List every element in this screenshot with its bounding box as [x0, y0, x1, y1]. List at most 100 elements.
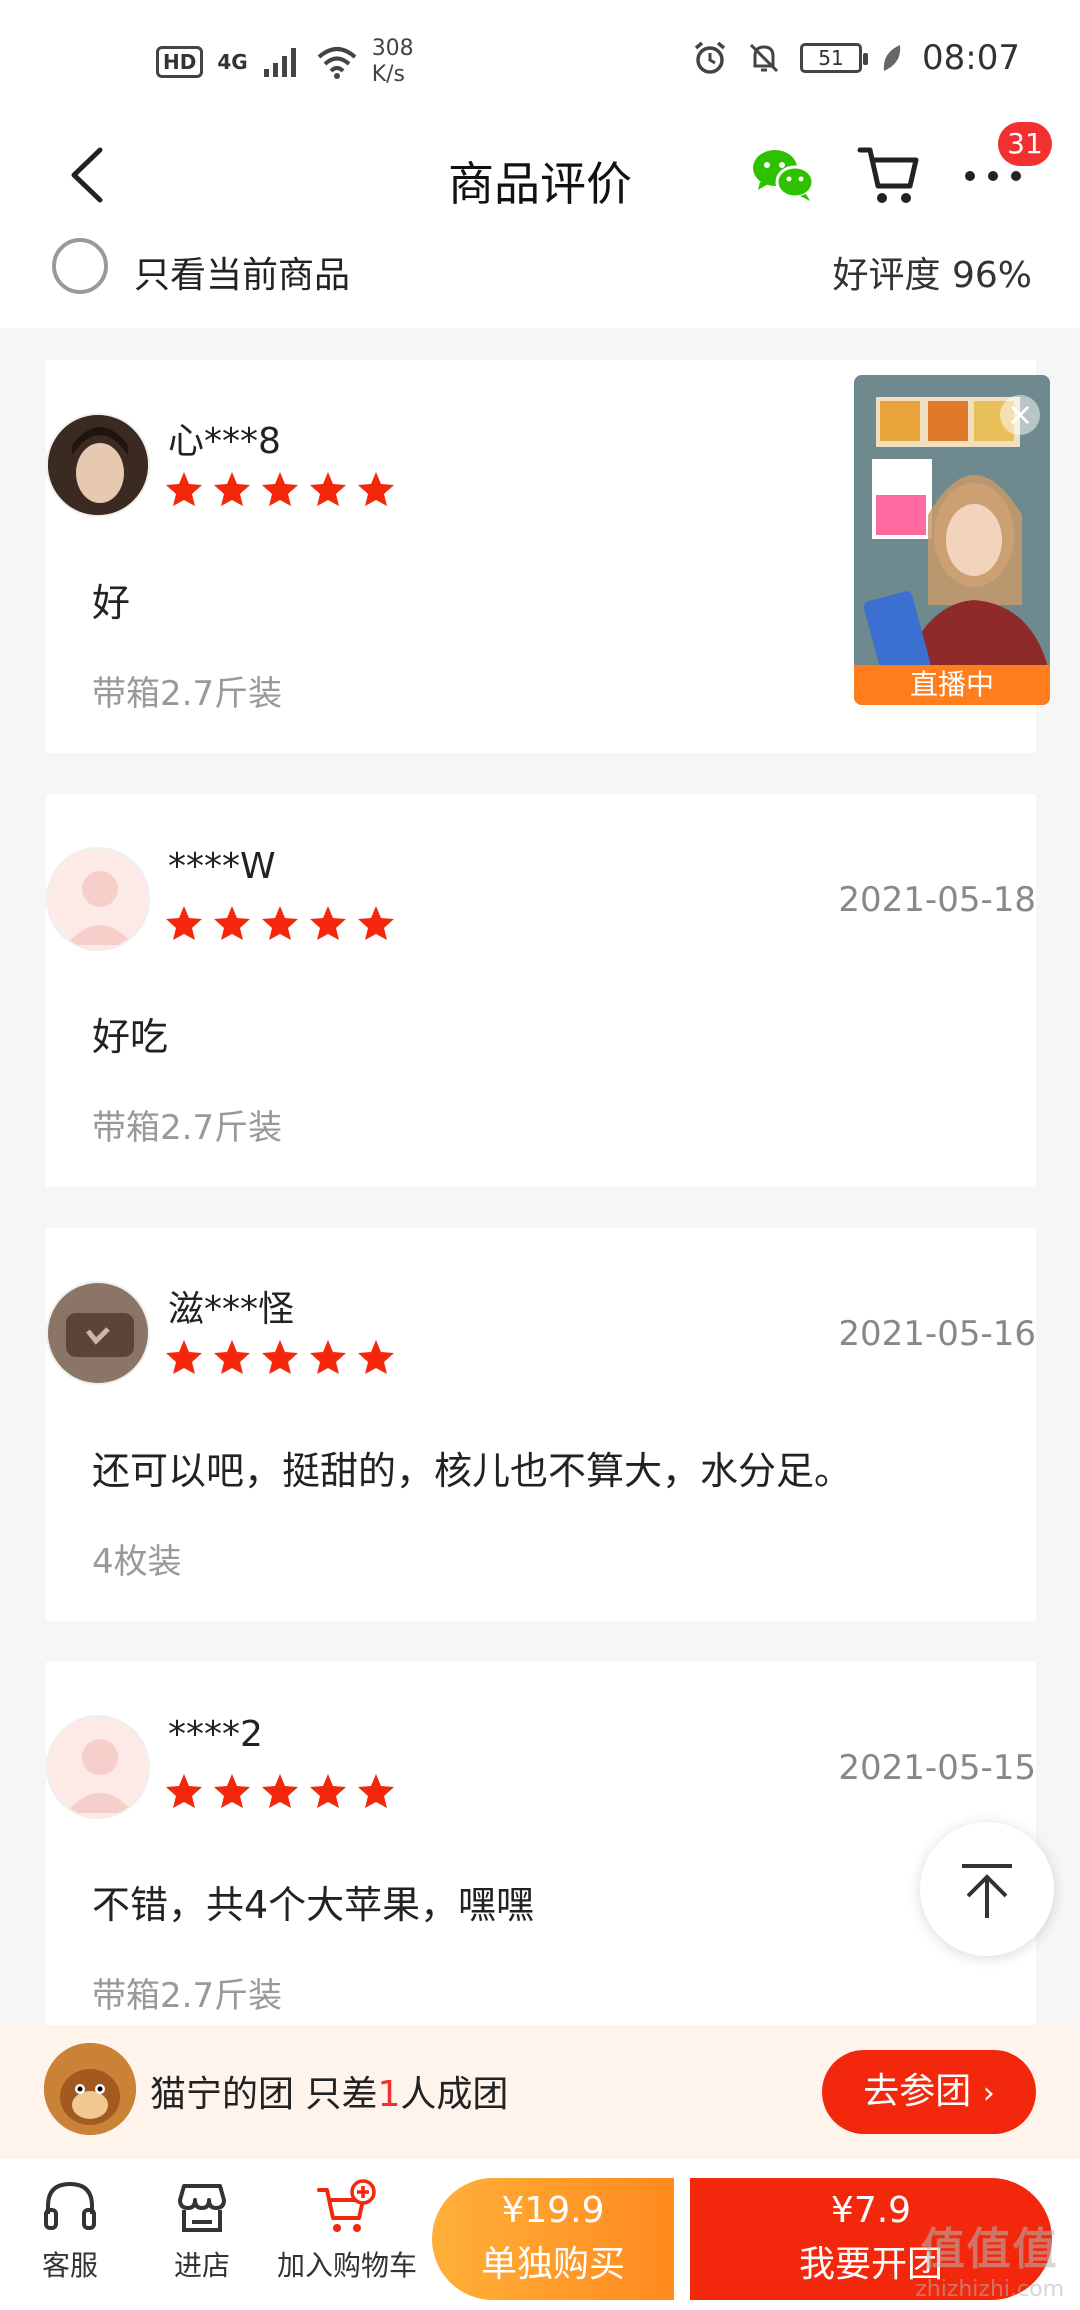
star-icon: [310, 906, 346, 940]
status-bar: HD 4G 308 K/s 51 08:07: [0, 0, 1080, 120]
review-username: 心***8: [168, 421, 281, 462]
default-avatar-icon: [48, 849, 148, 949]
star-icon: [262, 1774, 298, 1808]
clock: 08:07: [922, 38, 1020, 78]
star-icon: [214, 906, 250, 940]
chevron-right-icon: ›: [982, 2076, 995, 2111]
add-cart-icon: [317, 2179, 376, 2232]
bottom-action-bar: 客服 进店 加入购物车 ¥19.9 单独购买 ¥7.9 我要开团 值值值 zhi…: [0, 2157, 1080, 2310]
customer-service-tab[interactable]: 客服: [30, 2178, 110, 2284]
review-card: 滋***怪 2021-05-16 还可以吧，挺甜的，核儿也不算大，水分足。 4枚…: [46, 1228, 1036, 1621]
review-text: 好: [92, 581, 131, 625]
review-spec: 带箱2.7斤装: [92, 1976, 283, 2016]
review-card: ****2 2021-05-15 不错，共4个大苹果，嘿嘿 带箱2.7斤装: [46, 1662, 1036, 2025]
star-icon: [166, 1774, 202, 1808]
add-to-cart-tab[interactable]: 加入购物车: [270, 2178, 424, 2284]
review-date: 2021-05-15: [838, 1748, 1036, 1788]
live-label: 直播中: [854, 665, 1050, 705]
rating-stars: [164, 1772, 396, 1810]
review-spec: 带箱2.7斤装: [92, 1108, 283, 1148]
rating-stars: [164, 904, 396, 942]
filter-row: 只看当前商品 好评度 96%: [0, 230, 1080, 328]
star-icon: [262, 472, 298, 506]
avatar: [46, 413, 150, 517]
star-icon: [214, 1340, 250, 1374]
avatar-image: [48, 415, 148, 515]
rating-stars: [164, 470, 396, 508]
group-buy-bar: 猫宁的团 只差1人成团 去参团 ›: [0, 2025, 1080, 2157]
good-rate: 好评度 96%: [832, 255, 1032, 296]
signal-icon: [263, 48, 296, 77]
wechat-icon: [753, 150, 815, 201]
star-icon: [166, 472, 202, 506]
only-current-radio[interactable]: [52, 238, 108, 294]
avatar: [46, 1715, 150, 1819]
review-text: 还可以吧，挺甜的，核儿也不算大，水分足。: [92, 1449, 853, 1493]
only-current-label[interactable]: 只看当前商品: [134, 246, 350, 298]
watermark: 值值值 zhizhizhi.com: [915, 2213, 1064, 2302]
status-left: HD 4G 308 K/s: [156, 36, 414, 88]
close-icon[interactable]: ×: [1000, 395, 1040, 435]
avatar: [46, 847, 150, 951]
review-card: ****W 2021-05-18 好吃 带箱2.7斤装: [46, 794, 1036, 1187]
group-missing-count: 1: [377, 2074, 401, 2115]
cart-icon: [857, 147, 919, 203]
customer-service-label: 客服: [41, 2249, 98, 2282]
star-icon: [214, 1774, 250, 1808]
avatar-image: [48, 1283, 148, 1383]
group-team-name: 猫宁的团 只差: [150, 2074, 378, 2115]
group-status-text: 猫宁的团 只差1人成团: [150, 2065, 508, 2117]
review-text: 好吃: [92, 1015, 169, 1059]
arrow-up-icon: [962, 1864, 1012, 1918]
avatar-image: [44, 2043, 136, 2135]
group-suffix: 人成团: [400, 2074, 509, 2115]
star-icon: [310, 1340, 346, 1374]
add-to-cart-label: 加入购物车: [276, 2249, 417, 2282]
avatar: [46, 1281, 150, 1385]
star-icon: [166, 906, 202, 940]
wifi-icon: [317, 47, 357, 79]
review-username: ****W: [168, 846, 276, 887]
store-tab[interactable]: 进店: [162, 2178, 242, 2284]
wechat-share-button[interactable]: [750, 144, 816, 204]
live-stream-widget[interactable]: × 直播中: [854, 375, 1050, 705]
star-icon: [358, 906, 394, 940]
buy-single-button[interactable]: ¥19.9 单独购买: [432, 2178, 674, 2300]
alarm-icon: [694, 41, 726, 74]
speed-value: 308: [371, 36, 414, 61]
mute-bell-icon: [749, 43, 779, 73]
single-price: ¥19.9: [501, 2190, 605, 2231]
star-icon: [166, 1340, 202, 1374]
watermark-domain: zhizhizhi.com: [915, 2277, 1064, 2302]
join-group-button[interactable]: 去参团 ›: [822, 2050, 1036, 2134]
battery-indicator: 51: [800, 43, 869, 73]
network-type: 4G: [217, 50, 248, 74]
store-label: 进店: [173, 2249, 230, 2282]
nav-header: 商品评价: [0, 120, 1080, 230]
star-icon: [262, 1340, 298, 1374]
review-username: 滋***怪: [168, 1289, 295, 1330]
star-icon: [214, 472, 250, 506]
avatar: [44, 2043, 136, 2135]
headset-icon: [44, 2181, 96, 2230]
status-right: 51 08:07: [692, 38, 1020, 78]
speed-unit: K/s: [371, 62, 405, 87]
scroll-to-top-button[interactable]: [920, 1822, 1054, 1956]
star-icon: [358, 1774, 394, 1808]
star-icon: [358, 472, 394, 506]
review-username: ****2: [168, 1714, 263, 1755]
default-avatar-icon: [48, 1717, 148, 1817]
review-text: 不错，共4个大苹果，嘿嘿: [92, 1883, 535, 1927]
star-icon: [358, 1340, 394, 1374]
cart-button[interactable]: [856, 142, 922, 208]
store-icon: [178, 2184, 226, 2232]
network-speed: 308 K/s: [372, 36, 414, 88]
message-count-badge: 31: [998, 122, 1052, 166]
star-icon: [262, 906, 298, 940]
leaf-icon: [883, 45, 901, 71]
hd-indicator: HD: [156, 46, 204, 78]
review-spec: 带箱2.7斤装: [92, 674, 283, 714]
review-date: 2021-05-16: [838, 1314, 1036, 1354]
rating-stars: [164, 1338, 396, 1376]
star-icon: [310, 472, 346, 506]
